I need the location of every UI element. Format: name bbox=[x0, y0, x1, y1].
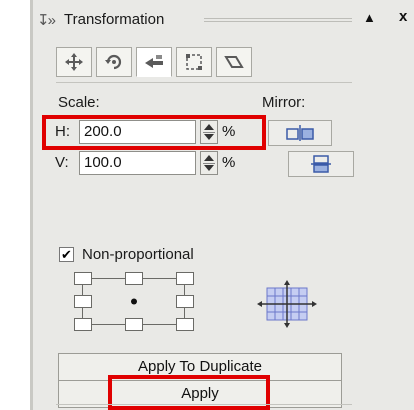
anchor-bottom-center[interactable] bbox=[125, 318, 143, 331]
anchor-center-radio-icon bbox=[131, 298, 137, 305]
apply-to-duplicate-button[interactable]: Apply To Duplicate bbox=[58, 353, 342, 381]
spin-down-icon[interactable] bbox=[204, 165, 214, 171]
scale-v-spinner[interactable] bbox=[200, 151, 218, 175]
move-arrows-icon bbox=[65, 53, 83, 71]
scale-h-input[interactable]: 200.0 bbox=[79, 120, 196, 144]
rotate-icon bbox=[105, 54, 122, 70]
scale-v-input[interactable]: 100.0 bbox=[79, 151, 196, 175]
v-label: V: bbox=[55, 154, 69, 171]
spin-divider bbox=[203, 132, 215, 133]
docker-bottom-rule bbox=[56, 404, 352, 405]
transform-preview-icon bbox=[257, 280, 317, 328]
docker-grip-icon[interactable]: ↧» bbox=[37, 11, 56, 29]
spin-divider bbox=[203, 163, 215, 164]
anchor-top-center[interactable] bbox=[125, 272, 143, 285]
close-icon[interactable]: x bbox=[399, 8, 407, 25]
mirror-vertical-icon bbox=[311, 155, 331, 173]
spin-up-icon[interactable] bbox=[204, 124, 214, 130]
scale-v-unit: % bbox=[222, 154, 236, 171]
anchor-bottom-right[interactable] bbox=[176, 318, 194, 331]
anchor-top-right[interactable] bbox=[176, 272, 194, 285]
size-icon bbox=[186, 54, 202, 70]
scale-h-unit: % bbox=[222, 123, 236, 140]
spin-up-icon[interactable] bbox=[204, 155, 214, 161]
non-proportional-label: Non-proportional bbox=[82, 246, 194, 263]
anchor-bottom-left[interactable] bbox=[74, 318, 92, 331]
mirror-horizontal-icon bbox=[286, 125, 314, 141]
tab-skew[interactable] bbox=[216, 47, 252, 77]
scale-label: Scale: bbox=[58, 94, 100, 111]
mirror-label: Mirror: bbox=[262, 94, 306, 111]
h-label: H: bbox=[55, 123, 70, 140]
docker-title: Transformation bbox=[64, 11, 165, 28]
triangle-up-icon[interactable]: ▲ bbox=[363, 10, 376, 25]
mirror-horizontal-button[interactable] bbox=[268, 120, 332, 146]
anchor-grid bbox=[74, 272, 194, 332]
anchor-top-left[interactable] bbox=[74, 272, 92, 285]
non-proportional-checkbox[interactable]: ✔ bbox=[59, 247, 74, 262]
mirror-vertical-button[interactable] bbox=[288, 151, 354, 177]
scale-mirror-icon bbox=[145, 55, 163, 68]
skew-icon bbox=[224, 56, 244, 68]
anchor-middle-right[interactable] bbox=[176, 295, 194, 308]
tab-rotate[interactable] bbox=[96, 47, 132, 77]
anchor-middle-left[interactable] bbox=[74, 295, 92, 308]
docker-titlebar: ↧» Transformation ▲ x bbox=[0, 0, 414, 40]
anchor-center[interactable] bbox=[125, 295, 143, 308]
tab-scale-mirror[interactable] bbox=[136, 47, 172, 77]
tab-size[interactable] bbox=[176, 47, 212, 77]
tabs-divider bbox=[56, 82, 352, 83]
spin-down-icon[interactable] bbox=[204, 134, 214, 140]
scale-h-spinner[interactable] bbox=[200, 120, 218, 144]
titlebar-rule bbox=[204, 18, 352, 22]
transform-mode-tabs bbox=[56, 47, 252, 79]
tab-position[interactable] bbox=[56, 47, 92, 77]
